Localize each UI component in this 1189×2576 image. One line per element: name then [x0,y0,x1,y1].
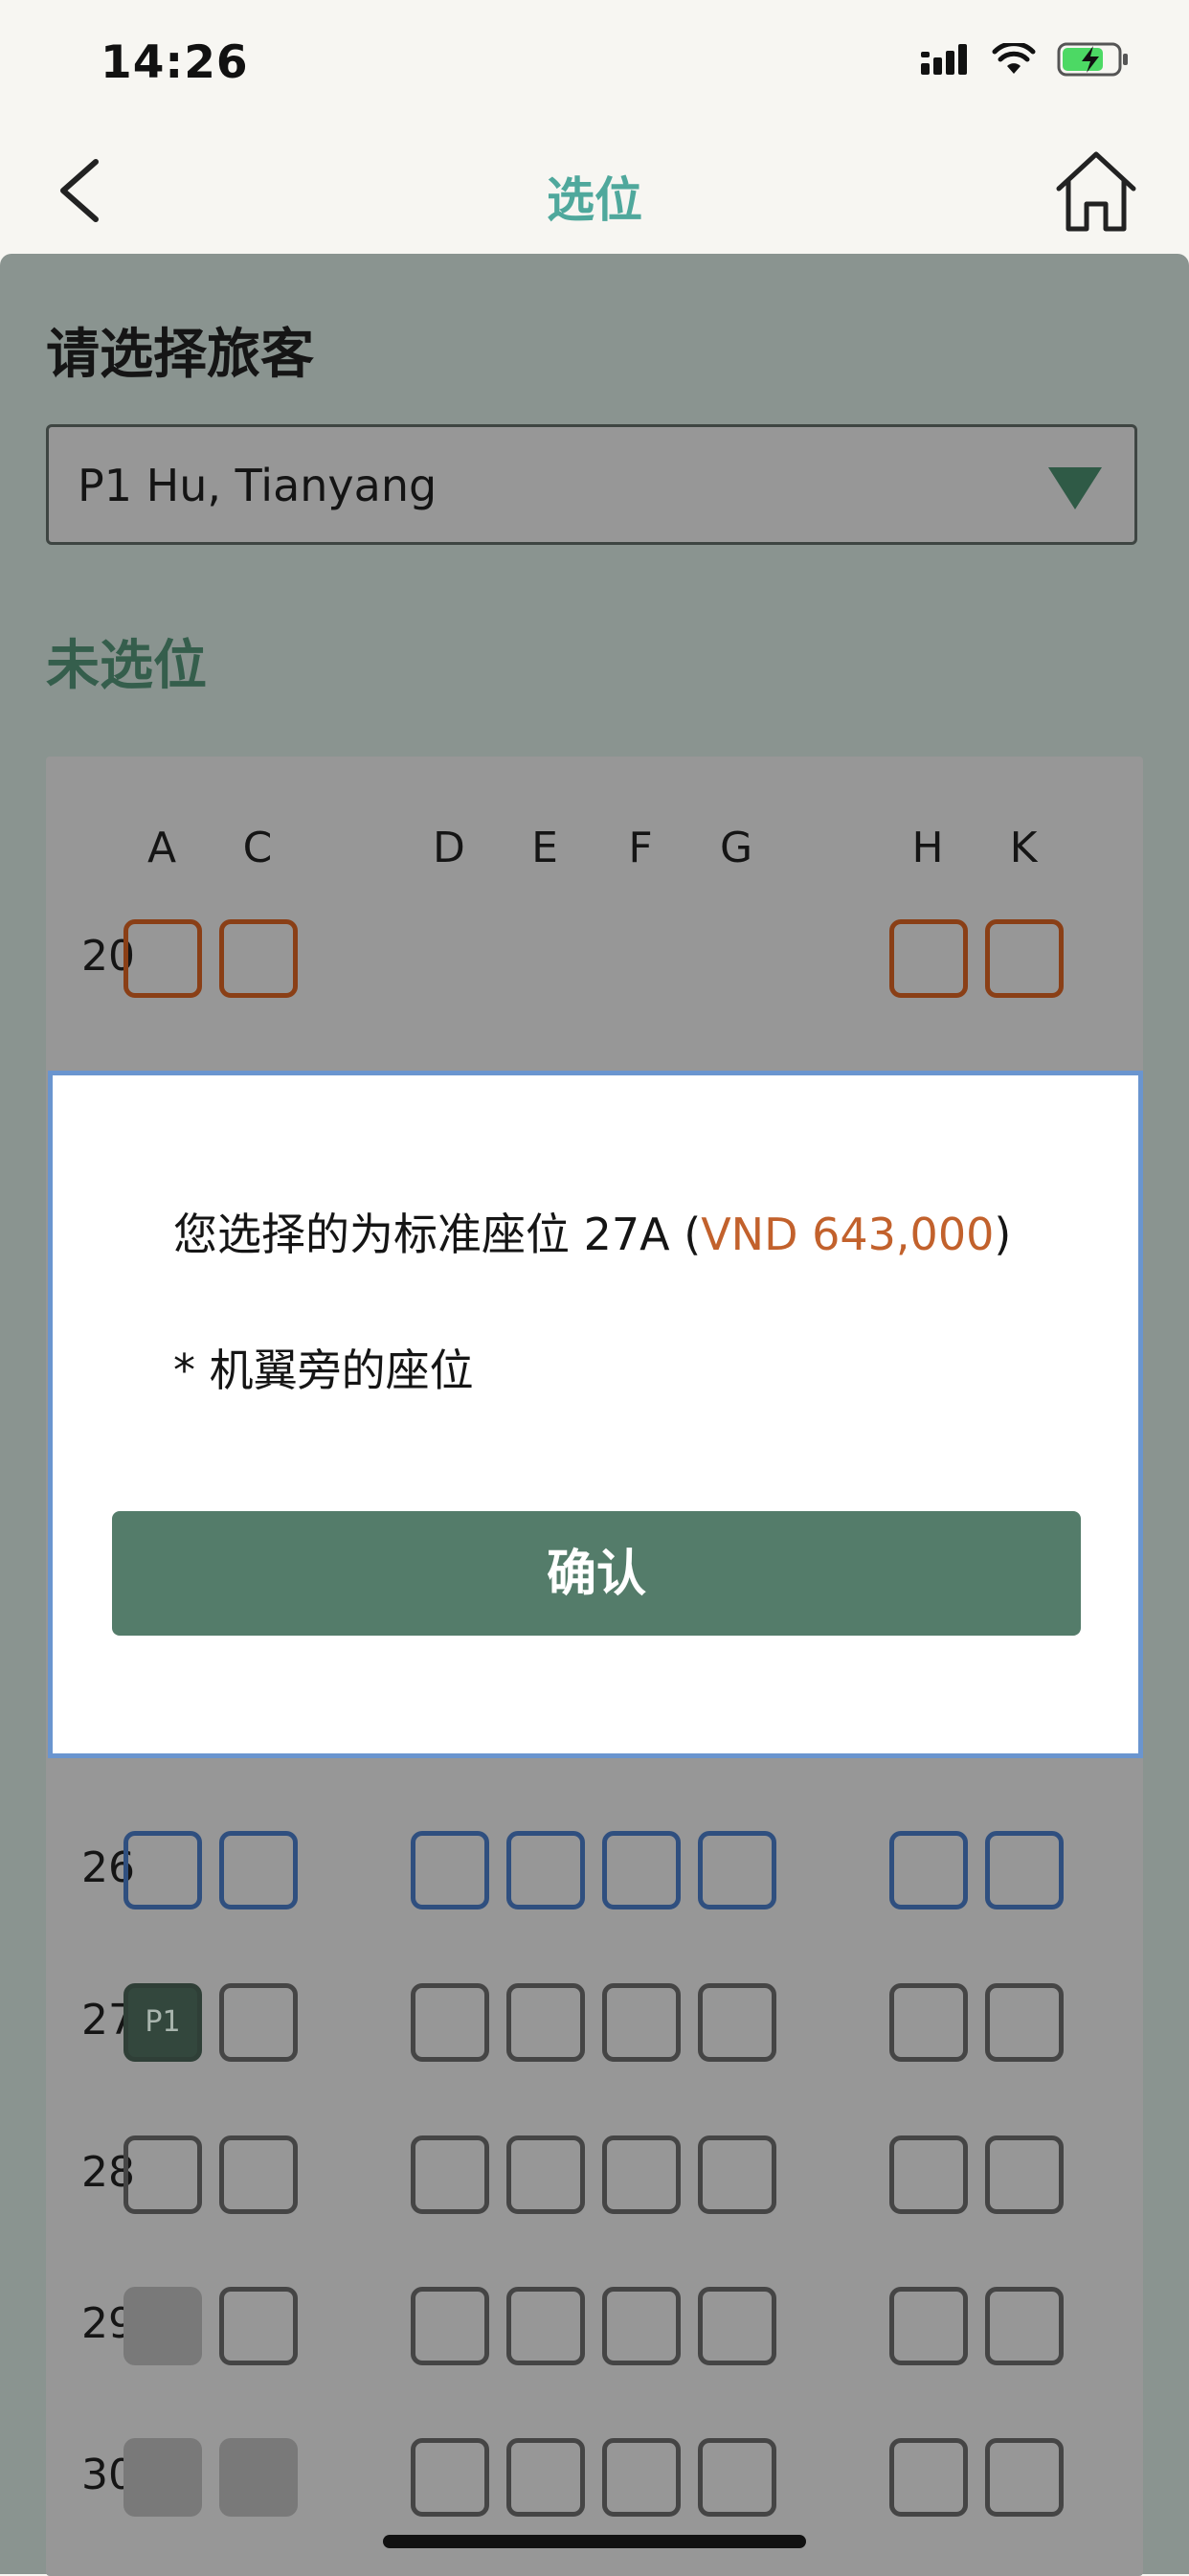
seat-27K[interactable] [985,1983,1064,2062]
seat-27G[interactable] [698,1983,776,2062]
status-time: 14:26 [101,36,249,89]
select-passenger-heading: 请选择旅客 [46,324,314,386]
seat-column-label: H [911,824,944,872]
seat-column-label: E [531,824,558,872]
seat-30A [123,2438,202,2517]
seat-30F[interactable] [602,2438,681,2517]
seat-26D[interactable] [411,1831,489,1909]
seat-price: VND 643,000 [701,1209,995,1260]
passenger-dropdown-value: P1 Hu, Tianyang [78,460,437,511]
seat-20C[interactable] [219,919,298,998]
seat-30H[interactable] [889,2438,968,2517]
seat-20K[interactable] [985,919,1064,998]
status-icons [921,42,1130,77]
seat-27A[interactable]: P1 [123,1983,202,2062]
page-title: 选位 [547,172,642,228]
seat-29K[interactable] [985,2287,1064,2365]
seat-28C[interactable] [219,2135,298,2214]
seat-column-label: F [628,824,653,872]
seat-27D[interactable] [411,1983,489,2062]
seat-confirm-dialog: 您选择的为标准座位 27A (VND 643,000) * 机翼旁的座位 确认 [48,1071,1143,1758]
seat-27H[interactable] [889,1983,968,2062]
seat-27C[interactable] [219,1983,298,2062]
passenger-dropdown[interactable]: P1 Hu, Tianyang [46,424,1137,545]
cellular-signal-icon [921,44,967,75]
seat-column-label: K [1009,824,1038,872]
seat-30E[interactable] [506,2438,585,2517]
status-bar: 14:26 [0,0,1189,129]
seat-column-label: G [719,824,753,872]
seat-28G[interactable] [698,2135,776,2214]
nav-bar: 选位 [0,129,1189,254]
seat-29H[interactable] [889,2287,968,2365]
wifi-icon [992,43,1036,74]
seat-28K[interactable] [985,2135,1064,2214]
seat-message-suffix: ) [994,1209,1012,1260]
seat-29D[interactable] [411,2287,489,2365]
home-indicator [383,2535,806,2548]
battery-charging-icon [1057,42,1128,77]
seat-28H[interactable] [889,2135,968,2214]
seat-26K[interactable] [985,1831,1064,1909]
seat-note: * 机翼旁的座位 [173,1344,474,1396]
seat-26H[interactable] [889,1831,968,1909]
dropdown-triangle-icon [1048,467,1102,509]
seat-30D[interactable] [411,2438,489,2517]
seat-26C[interactable] [219,1831,298,1909]
seat-30C [219,2438,298,2517]
seat-29C[interactable] [219,2287,298,2365]
seat-status-label: 未选位 [46,635,207,697]
confirm-button[interactable]: 确认 [112,1511,1081,1636]
seat-20A[interactable] [123,919,202,998]
seat-28F[interactable] [602,2135,681,2214]
seat-column-label: A [146,824,177,872]
seat-column-label: C [242,824,273,872]
seat-29G[interactable] [698,2287,776,2365]
seat-28E[interactable] [506,2135,585,2214]
seat-26A[interactable] [123,1831,202,1909]
seat-26E[interactable] [506,1831,585,1909]
seat-26F[interactable] [602,1831,681,1909]
home-icon[interactable] [1053,148,1139,235]
seat-27E[interactable] [506,1983,585,2062]
seat-20H[interactable] [889,919,968,998]
seat-29A [123,2287,202,2365]
seat-27F[interactable] [602,1983,681,2062]
seat-message-prefix: 您选择的为标准座位 27A ( [173,1209,702,1260]
seat-column-label: D [433,824,465,872]
seat-26G[interactable] [698,1831,776,1909]
seat-28A[interactable] [123,2135,202,2214]
seat-30K[interactable] [985,2438,1064,2517]
seat-29E[interactable] [506,2287,585,2365]
seat-28D[interactable] [411,2135,489,2214]
seat-selection-message: 您选择的为标准座位 27A (VND 643,000) [173,1200,1011,1263]
seat-29F[interactable] [602,2287,681,2365]
seat-30G[interactable] [698,2438,776,2517]
